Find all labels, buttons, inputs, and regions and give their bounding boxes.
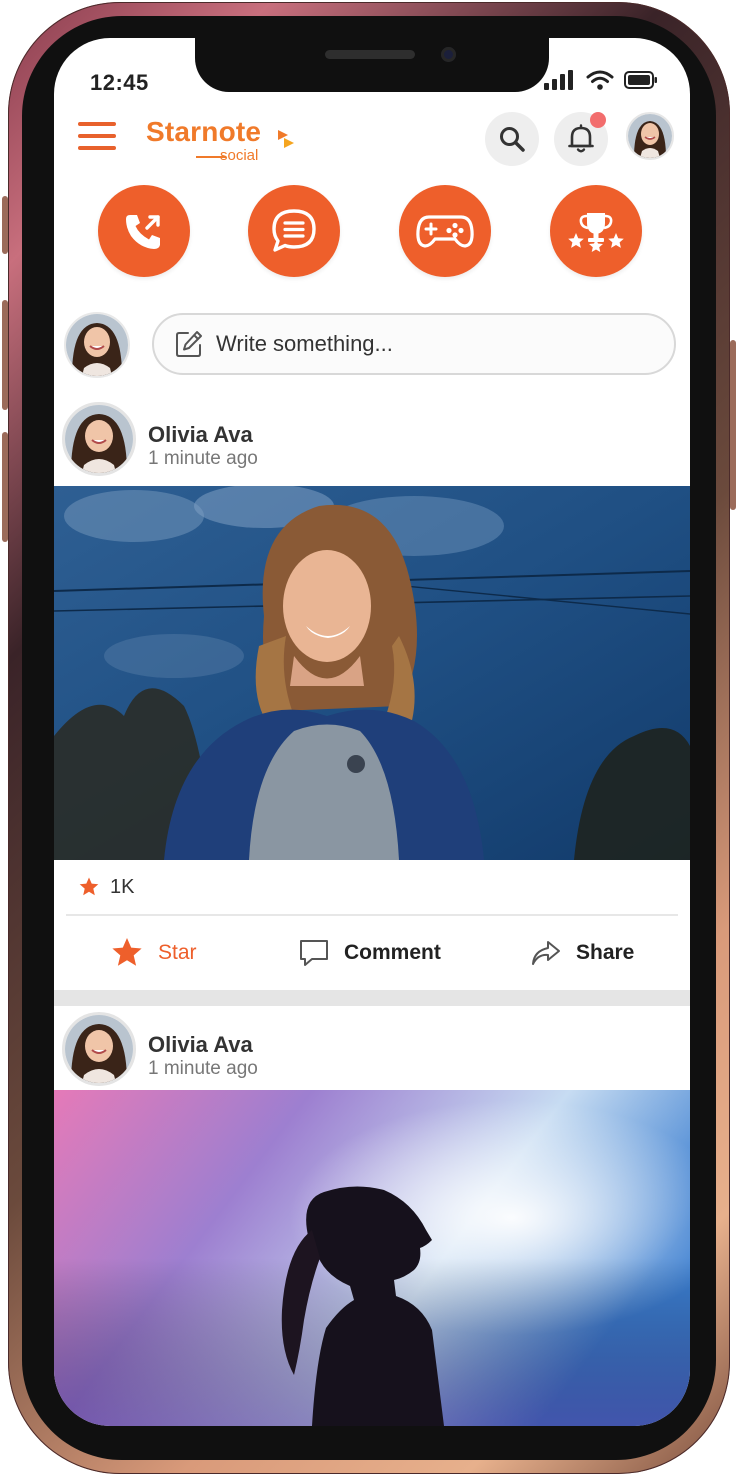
side-button-volume-down [2,432,8,542]
notification-badge [590,112,606,128]
wifi-icon [586,70,614,90]
post-header: Olivia Ava 1 minute ago [54,1012,690,1098]
star-label: Star [158,941,197,964]
share-icon [530,939,562,967]
games-button[interactable] [399,185,491,277]
screen: 12:45 Starnote social Write something...… [54,38,690,1426]
post-author-name[interactable]: Olivia Ava [148,1032,253,1058]
calls-button[interactable] [98,185,190,277]
profile-avatar[interactable] [626,112,674,160]
logo-name: Starnote [146,116,262,147]
gamepad-icon [415,211,475,251]
star-icon [110,936,144,970]
bell-icon [567,124,595,154]
speaker [325,50,415,59]
post-photo[interactable] [54,486,690,860]
side-button-volume-up [2,300,8,410]
menu-button[interactable] [78,122,116,152]
post-photo[interactable] [54,1090,690,1426]
search-button[interactable] [485,112,539,166]
achievements-button[interactable] [550,185,642,277]
composer-placeholder: Write something... [216,331,393,356]
edit-icon [174,329,204,359]
search-icon [498,125,526,153]
notch [195,38,549,92]
composer-avatar[interactable] [64,312,130,378]
post-timestamp: 1 minute ago [148,1058,258,1079]
share-label: Share [576,941,635,964]
menu-icon-bar [78,134,116,138]
star-count-icon [78,876,100,898]
logo-arrow-icon [276,128,296,150]
status-icons [544,70,658,90]
share-button[interactable]: Share [530,918,634,988]
comment-icon [298,938,330,968]
trophy-stars-icon [567,209,625,253]
menu-icon [78,122,116,126]
phone-call-icon [122,209,166,253]
post-header: Olivia Ava 1 minute ago [54,402,690,488]
post-author-avatar[interactable] [62,402,136,476]
post-author-name[interactable]: Olivia Ava [148,422,253,448]
front-camera [441,47,456,62]
composer-input[interactable]: Write something... [152,313,676,375]
post-author-avatar[interactable] [62,1012,136,1086]
star-count[interactable]: 1K [110,876,134,899]
post-timestamp: 1 minute ago [148,448,258,469]
feed-separator [54,990,690,1006]
app-logo[interactable]: Starnote social [146,116,306,168]
comment-label: Comment [344,941,441,964]
side-button-power [730,340,736,510]
chat-bubble-icon [268,207,320,255]
post-divider [66,914,678,916]
comment-button[interactable]: Comment [298,918,441,988]
battery-icon [624,71,658,89]
post-actions: Star Comment Share [54,918,690,988]
signal-icon [544,70,576,90]
post-reactions: 1K [54,860,690,916]
star-button[interactable]: Star [110,918,197,988]
logo-sub: social [220,147,259,164]
messages-button[interactable] [248,185,340,277]
status-time: 12:45 [90,70,149,95]
notifications-button[interactable] [554,112,608,166]
side-button-mute [2,196,8,254]
menu-icon-bar [78,146,116,150]
